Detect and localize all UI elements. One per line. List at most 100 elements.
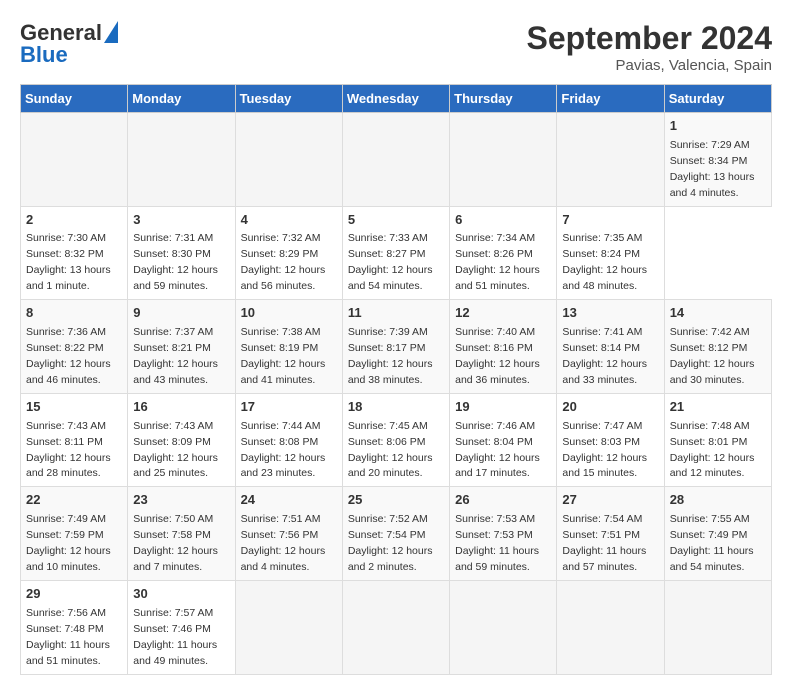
day-cell-4: 4 Sunrise: 7:32 AMSunset: 8:29 PMDaylight…: [235, 206, 342, 300]
day-content: Sunrise: 7:57 AMSunset: 7:46 PMDaylight:…: [133, 607, 217, 667]
day-content: Sunrise: 7:46 AMSunset: 8:04 PMDaylight:…: [455, 420, 540, 480]
day-content: Sunrise: 7:44 AMSunset: 8:08 PMDaylight:…: [241, 420, 326, 480]
day-number: 1: [670, 117, 766, 136]
title-block: September 2024 Pavias, Valencia, Spain: [527, 20, 772, 74]
logo-text-blue: Blue: [20, 42, 68, 68]
day-cell-1: 1 Sunrise: 7:29 AMSunset: 8:34 PMDaylight…: [664, 113, 771, 207]
day-content: Sunrise: 7:36 AMSunset: 8:22 PMDaylight:…: [26, 326, 111, 386]
day-content: Sunrise: 7:45 AMSunset: 8:06 PMDaylight:…: [348, 420, 433, 480]
empty-cell: [557, 113, 664, 207]
day-content: Sunrise: 7:51 AMSunset: 7:56 PMDaylight:…: [241, 513, 326, 573]
empty-cell: [664, 580, 771, 674]
day-number: 23: [133, 491, 229, 510]
day-content: Sunrise: 7:35 AMSunset: 8:24 PMDaylight:…: [562, 232, 647, 292]
day-cell-28: 28 Sunrise: 7:55 AMSunset: 7:49 PMDayligh…: [664, 487, 771, 581]
day-cell-19: 19 Sunrise: 7:46 AMSunset: 8:04 PMDayligh…: [450, 393, 557, 487]
day-cell-7: 7Sunrise: 7:35 AMSunset: 8:24 PMDaylight…: [557, 206, 664, 300]
day-cell-23: 23 Sunrise: 7:50 AMSunset: 7:58 PMDayligh…: [128, 487, 235, 581]
day-number: 28: [670, 491, 766, 510]
weekday-header-thursday: Thursday: [450, 85, 557, 113]
day-content: Sunrise: 7:39 AMSunset: 8:17 PMDaylight:…: [348, 326, 433, 386]
day-number: 12: [455, 304, 551, 323]
day-number: 15: [26, 398, 122, 417]
day-cell-26: 26Sunrise: 7:53 AMSunset: 7:53 PMDayligh…: [450, 487, 557, 581]
day-cell-11: 11 Sunrise: 7:39 AMSunset: 8:17 PMDayligh…: [342, 300, 449, 394]
day-content: Sunrise: 7:31 AMSunset: 8:30 PMDaylight:…: [133, 232, 218, 292]
day-cell-27: 27Sunrise: 7:54 AMSunset: 7:51 PMDayligh…: [557, 487, 664, 581]
day-number: 18: [348, 398, 444, 417]
day-content: Sunrise: 7:50 AMSunset: 7:58 PMDaylight:…: [133, 513, 218, 573]
day-cell-2: 2 Sunrise: 7:30 AMSunset: 8:32 PMDaylight…: [21, 206, 128, 300]
day-number: 26: [455, 491, 551, 510]
day-cell-29: 29Sunrise: 7:56 AMSunset: 7:48 PMDayligh…: [21, 580, 128, 674]
day-number: 30: [133, 585, 229, 604]
empty-cell: [450, 113, 557, 207]
weekday-header-sunday: Sunday: [21, 85, 128, 113]
day-cell-15: 15Sunrise: 7:43 AMSunset: 8:11 PMDayligh…: [21, 393, 128, 487]
day-number: 13: [562, 304, 658, 323]
day-content: Sunrise: 7:55 AMSunset: 7:49 PMDaylight:…: [670, 513, 754, 573]
day-cell-22: 22 Sunrise: 7:49 AMSunset: 7:59 PMDayligh…: [21, 487, 128, 581]
day-content: Sunrise: 7:37 AMSunset: 8:21 PMDaylight:…: [133, 326, 218, 386]
empty-cell: [21, 113, 128, 207]
empty-cell: [557, 580, 664, 674]
day-number: 5: [348, 211, 444, 230]
day-cell-24: 24 Sunrise: 7:51 AMSunset: 7:56 PMDayligh…: [235, 487, 342, 581]
weekday-header-wednesday: Wednesday: [342, 85, 449, 113]
day-content: Sunrise: 7:54 AMSunset: 7:51 PMDaylight:…: [562, 513, 646, 573]
day-content: Sunrise: 7:49 AMSunset: 7:59 PMDaylight:…: [26, 513, 111, 573]
day-content: Sunrise: 7:30 AMSunset: 8:32 PMDaylight:…: [26, 232, 111, 292]
day-number: 17: [241, 398, 337, 417]
empty-cell: [235, 113, 342, 207]
day-number: 20: [562, 398, 658, 417]
day-content: Sunrise: 7:52 AMSunset: 7:54 PMDaylight:…: [348, 513, 433, 573]
day-number: 2: [26, 211, 122, 230]
day-content: Sunrise: 7:43 AMSunset: 8:09 PMDaylight:…: [133, 420, 218, 480]
day-cell-17: 17 Sunrise: 7:44 AMSunset: 8:08 PMDayligh…: [235, 393, 342, 487]
day-number: 11: [348, 304, 444, 323]
day-number: 14: [670, 304, 766, 323]
day-cell-6: 6Sunrise: 7:34 AMSunset: 8:26 PMDaylight…: [450, 206, 557, 300]
weekday-header-friday: Friday: [557, 85, 664, 113]
empty-cell: [128, 113, 235, 207]
day-cell-20: 20 Sunrise: 7:47 AMSunset: 8:03 PMDayligh…: [557, 393, 664, 487]
day-content: Sunrise: 7:38 AMSunset: 8:19 PMDaylight:…: [241, 326, 326, 386]
day-number: 24: [241, 491, 337, 510]
day-content: Sunrise: 7:40 AMSunset: 8:16 PMDaylight:…: [455, 326, 540, 386]
location-subtitle: Pavias, Valencia, Spain: [527, 57, 772, 74]
day-number: 22: [26, 491, 122, 510]
weekday-header-tuesday: Tuesday: [235, 85, 342, 113]
day-cell-13: 13Sunrise: 7:41 AMSunset: 8:14 PMDayligh…: [557, 300, 664, 394]
logo: General Blue: [20, 20, 118, 68]
day-cell-8: 8 Sunrise: 7:36 AMSunset: 8:22 PMDaylight…: [21, 300, 128, 394]
day-number: 8: [26, 304, 122, 323]
day-content: Sunrise: 7:42 AMSunset: 8:12 PMDaylight:…: [670, 326, 755, 386]
weekday-header-monday: Monday: [128, 85, 235, 113]
day-content: Sunrise: 7:56 AMSunset: 7:48 PMDaylight:…: [26, 607, 110, 667]
day-cell-3: 3 Sunrise: 7:31 AMSunset: 8:30 PMDaylight…: [128, 206, 235, 300]
day-content: Sunrise: 7:47 AMSunset: 8:03 PMDaylight:…: [562, 420, 647, 480]
page-header: General Blue September 2024 Pavias, Vale…: [20, 20, 772, 74]
day-number: 19: [455, 398, 551, 417]
empty-cell: [342, 113, 449, 207]
day-cell-30: 30 Sunrise: 7:57 AMSunset: 7:46 PMDayligh…: [128, 580, 235, 674]
logo-triangle-icon: [104, 21, 118, 43]
day-number: 4: [241, 211, 337, 230]
day-cell-25: 25Sunrise: 7:52 AMSunset: 7:54 PMDayligh…: [342, 487, 449, 581]
month-title: September 2024: [527, 20, 772, 57]
day-cell-9: 9Sunrise: 7:37 AMSunset: 8:21 PMDaylight…: [128, 300, 235, 394]
day-content: Sunrise: 7:32 AMSunset: 8:29 PMDaylight:…: [241, 232, 326, 292]
day-cell-14: 14 Sunrise: 7:42 AMSunset: 8:12 PMDayligh…: [664, 300, 771, 394]
day-number: 10: [241, 304, 337, 323]
day-cell-18: 18 Sunrise: 7:45 AMSunset: 8:06 PMDayligh…: [342, 393, 449, 487]
empty-cell: [235, 580, 342, 674]
weekday-header-saturday: Saturday: [664, 85, 771, 113]
empty-cell: [450, 580, 557, 674]
day-content: Sunrise: 7:48 AMSunset: 8:01 PMDaylight:…: [670, 420, 755, 480]
day-cell-10: 10 Sunrise: 7:38 AMSunset: 8:19 PMDayligh…: [235, 300, 342, 394]
empty-cell: [342, 580, 449, 674]
day-number: 3: [133, 211, 229, 230]
day-cell-12: 12 Sunrise: 7:40 AMSunset: 8:16 PMDayligh…: [450, 300, 557, 394]
day-content: Sunrise: 7:29 AMSunset: 8:34 PMDaylight:…: [670, 139, 755, 199]
day-cell-5: 5Sunrise: 7:33 AMSunset: 8:27 PMDaylight…: [342, 206, 449, 300]
